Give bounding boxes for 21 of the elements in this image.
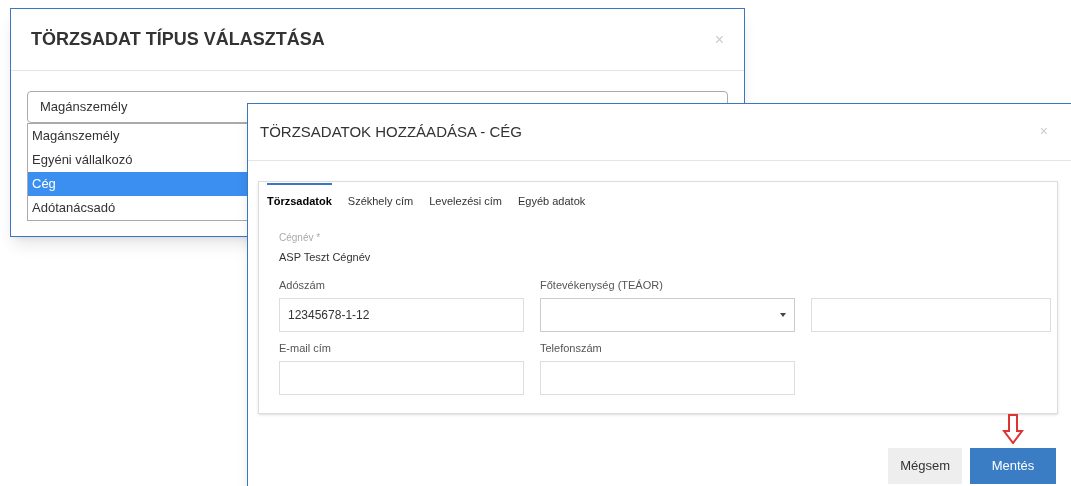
input-field[interactable] [540, 360, 795, 395]
tab[interactable]: Székhely cím [347, 185, 414, 214]
arrow-down-icon [1002, 414, 1024, 444]
tab[interactable]: Levelezési cím [429, 185, 502, 214]
tab[interactable]: Törzsadatok [267, 183, 332, 214]
caret-icon [780, 312, 786, 317]
cancel-button[interactable]: Mégsem [888, 448, 962, 484]
dialog-title: TÖRZSADATOK HOZZÁADÁSA - CÉG [260, 121, 522, 142]
field-label: E-mail cím [279, 341, 332, 357]
field-label: Főtevékenység (TEÁOR) [540, 278, 664, 294]
input-field[interactable] [279, 360, 524, 395]
input-field[interactable] [811, 298, 1051, 333]
input-field[interactable]: 12345678-1-12 [279, 297, 524, 332]
save-button[interactable]: Mentés [970, 448, 1056, 484]
field-label: Adószám [279, 278, 326, 294]
field-label: Telefonszám [540, 341, 603, 357]
dialog-title: TÖRZSADAT TÍPUS VÁLASZTÁSA [31, 27, 325, 51]
tab[interactable]: Egyéb adatok [518, 185, 586, 214]
field-label: Cégnév * [279, 230, 322, 245]
field-value: ASP Teszt Cégnév [279, 249, 372, 265]
dropdown-field[interactable] [540, 297, 795, 332]
